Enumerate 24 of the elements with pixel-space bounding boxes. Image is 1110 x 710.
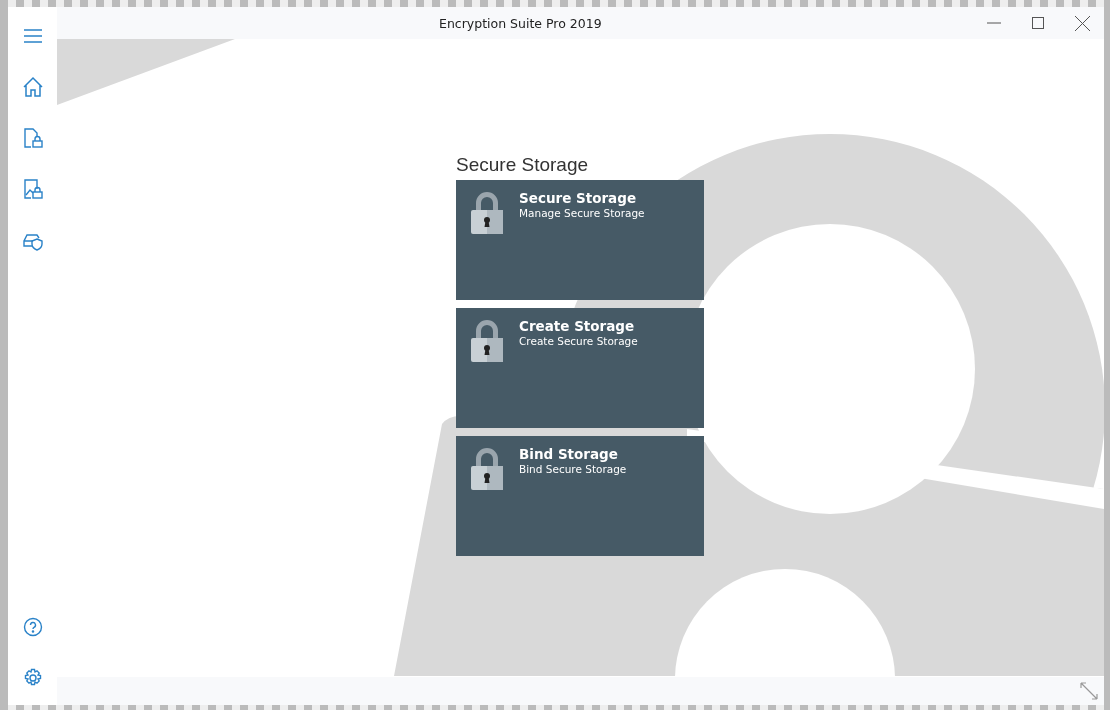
file-lock-icon xyxy=(21,127,44,149)
settings-icon xyxy=(22,668,43,688)
tile-title: Bind Storage xyxy=(519,446,619,462)
window-title: Encryption Suite Pro 2019 xyxy=(439,15,602,31)
tile-subtitle: Manage Secure Storage xyxy=(519,207,645,219)
home-icon xyxy=(21,76,44,98)
storage-tile[interactable]: Secure Storage Manage Secure Storage xyxy=(456,180,704,300)
padlock-icon xyxy=(470,190,504,234)
close-icon xyxy=(1074,15,1090,31)
menu-icon xyxy=(22,28,43,44)
tile-title: Create Storage xyxy=(519,318,636,334)
help-icon xyxy=(22,617,43,637)
resize-icon xyxy=(1080,682,1098,700)
padlock-icon xyxy=(470,446,504,490)
maximize-icon xyxy=(1032,17,1044,29)
section-title: Secure Storage xyxy=(456,154,590,176)
minimize-icon xyxy=(987,22,1001,24)
tile-subtitle: Create Secure Storage xyxy=(519,335,638,347)
tile-subtitle: Bind Secure Storage xyxy=(519,463,627,475)
storage-tile[interactable]: Create Storage Create Secure Storage xyxy=(456,308,704,428)
image-lock-icon xyxy=(21,178,44,200)
padlock-icon xyxy=(470,318,504,362)
storage-tile[interactable]: Bind Storage Bind Secure Storage xyxy=(456,436,704,556)
tile-title: Secure Storage xyxy=(519,190,638,206)
